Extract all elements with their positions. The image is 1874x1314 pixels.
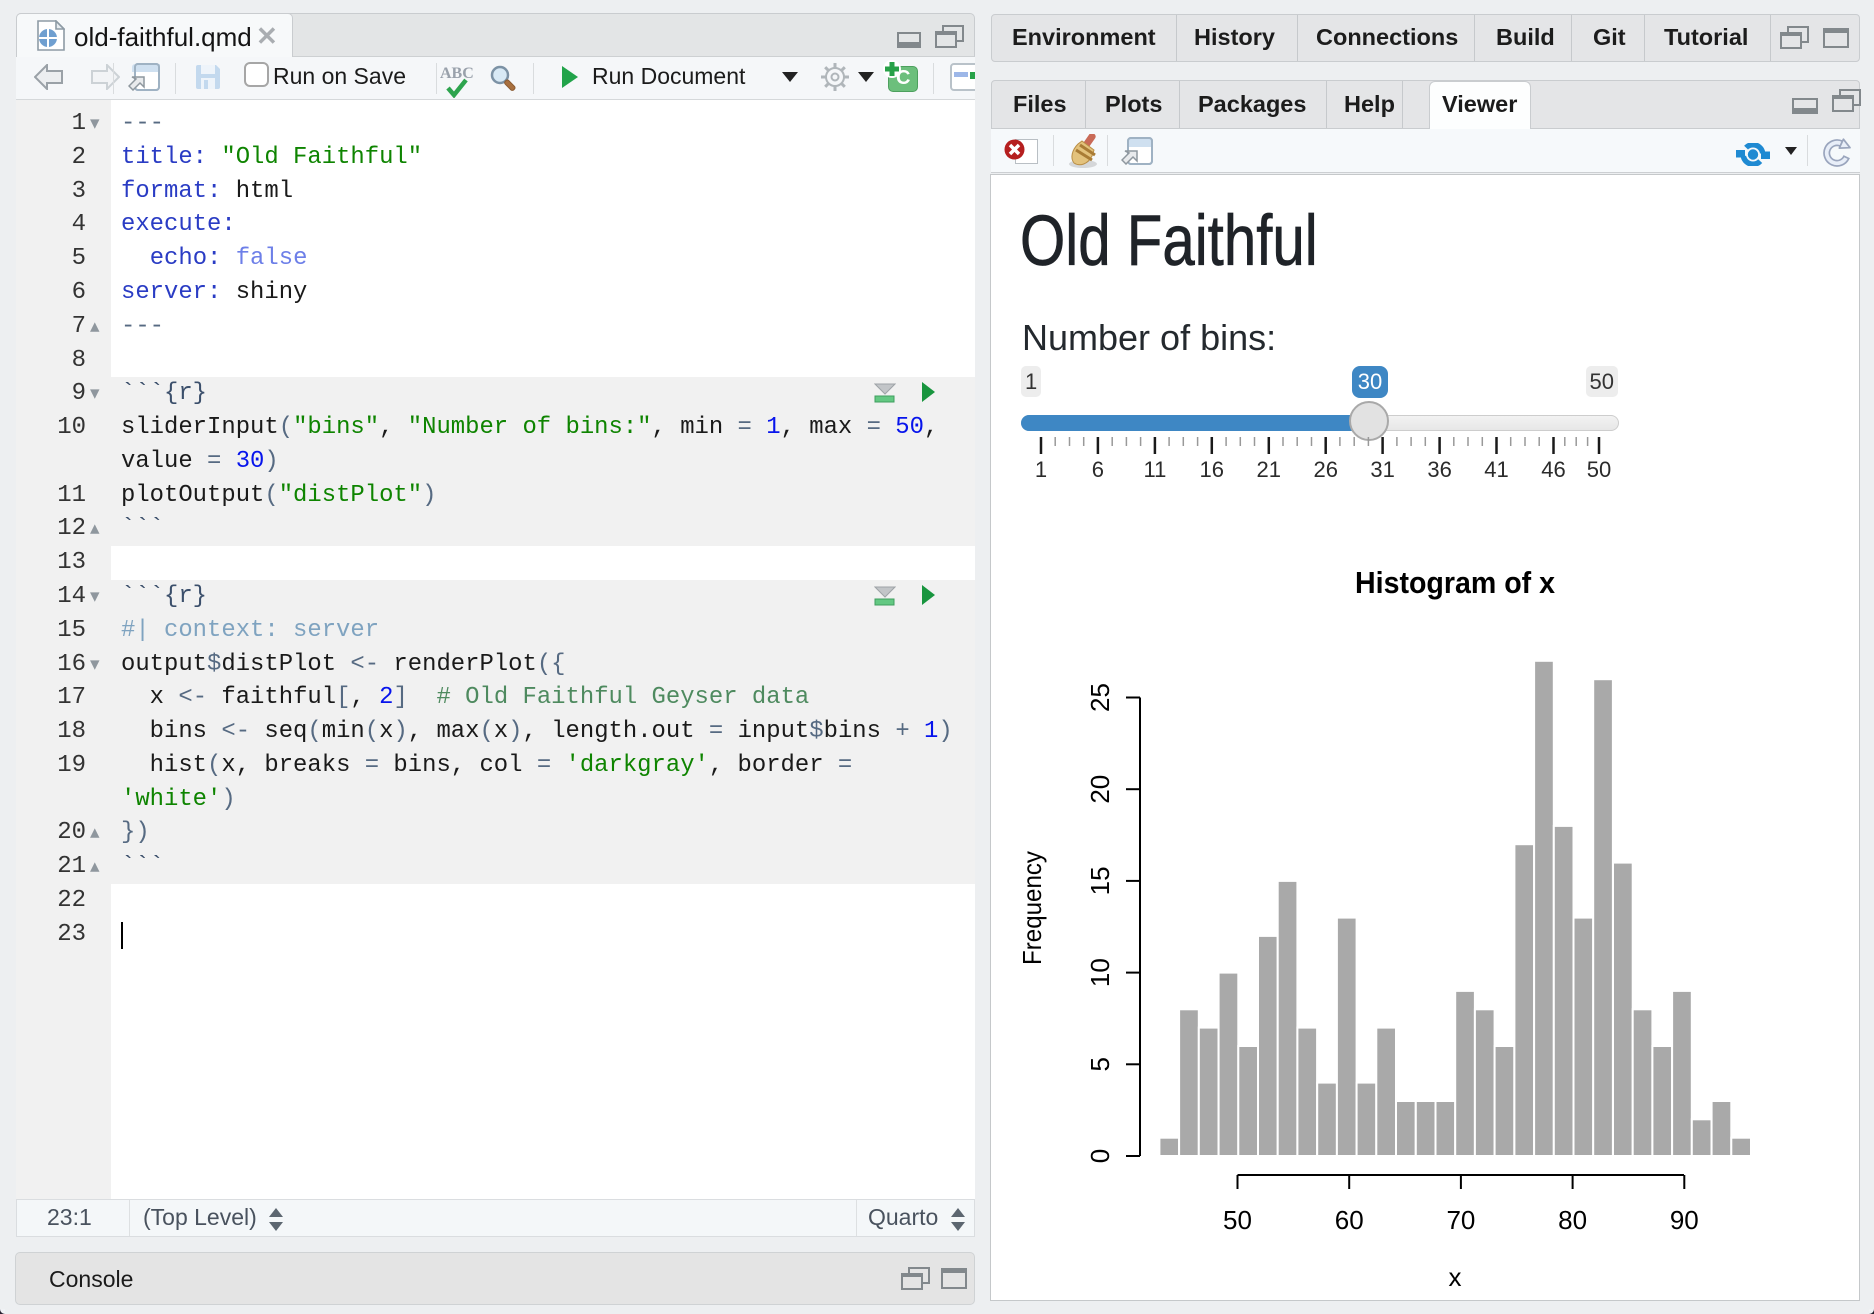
svg-text:80: 80 xyxy=(1558,1205,1587,1235)
svg-text:25: 25 xyxy=(1085,683,1115,712)
svg-text:11: 11 xyxy=(1143,457,1166,482)
svg-text:26: 26 xyxy=(1313,457,1337,482)
svg-text:41: 41 xyxy=(1484,457,1508,482)
svg-text:46: 46 xyxy=(1541,457,1565,482)
svg-text:90: 90 xyxy=(1670,1205,1699,1235)
svg-text:10: 10 xyxy=(1085,958,1115,987)
svg-text:50: 50 xyxy=(1587,457,1611,482)
svg-text:6: 6 xyxy=(1092,457,1104,482)
svg-text:60: 60 xyxy=(1335,1205,1364,1235)
svg-text:50: 50 xyxy=(1223,1205,1252,1235)
svg-text:Histogram of x: Histogram of x xyxy=(1355,566,1555,600)
svg-text:1: 1 xyxy=(1035,457,1047,482)
svg-text:31: 31 xyxy=(1370,457,1394,482)
svg-text:0: 0 xyxy=(1085,1149,1115,1163)
svg-text:16: 16 xyxy=(1200,457,1224,482)
svg-text:21: 21 xyxy=(1257,457,1281,482)
svg-text:5: 5 xyxy=(1085,1057,1115,1071)
svg-text:36: 36 xyxy=(1427,457,1451,482)
svg-text:20: 20 xyxy=(1085,775,1115,804)
svg-text:Frequency: Frequency xyxy=(1017,851,1047,965)
svg-text:70: 70 xyxy=(1446,1205,1475,1235)
svg-text:x: x xyxy=(1449,1262,1462,1292)
svg-text:15: 15 xyxy=(1085,866,1115,895)
